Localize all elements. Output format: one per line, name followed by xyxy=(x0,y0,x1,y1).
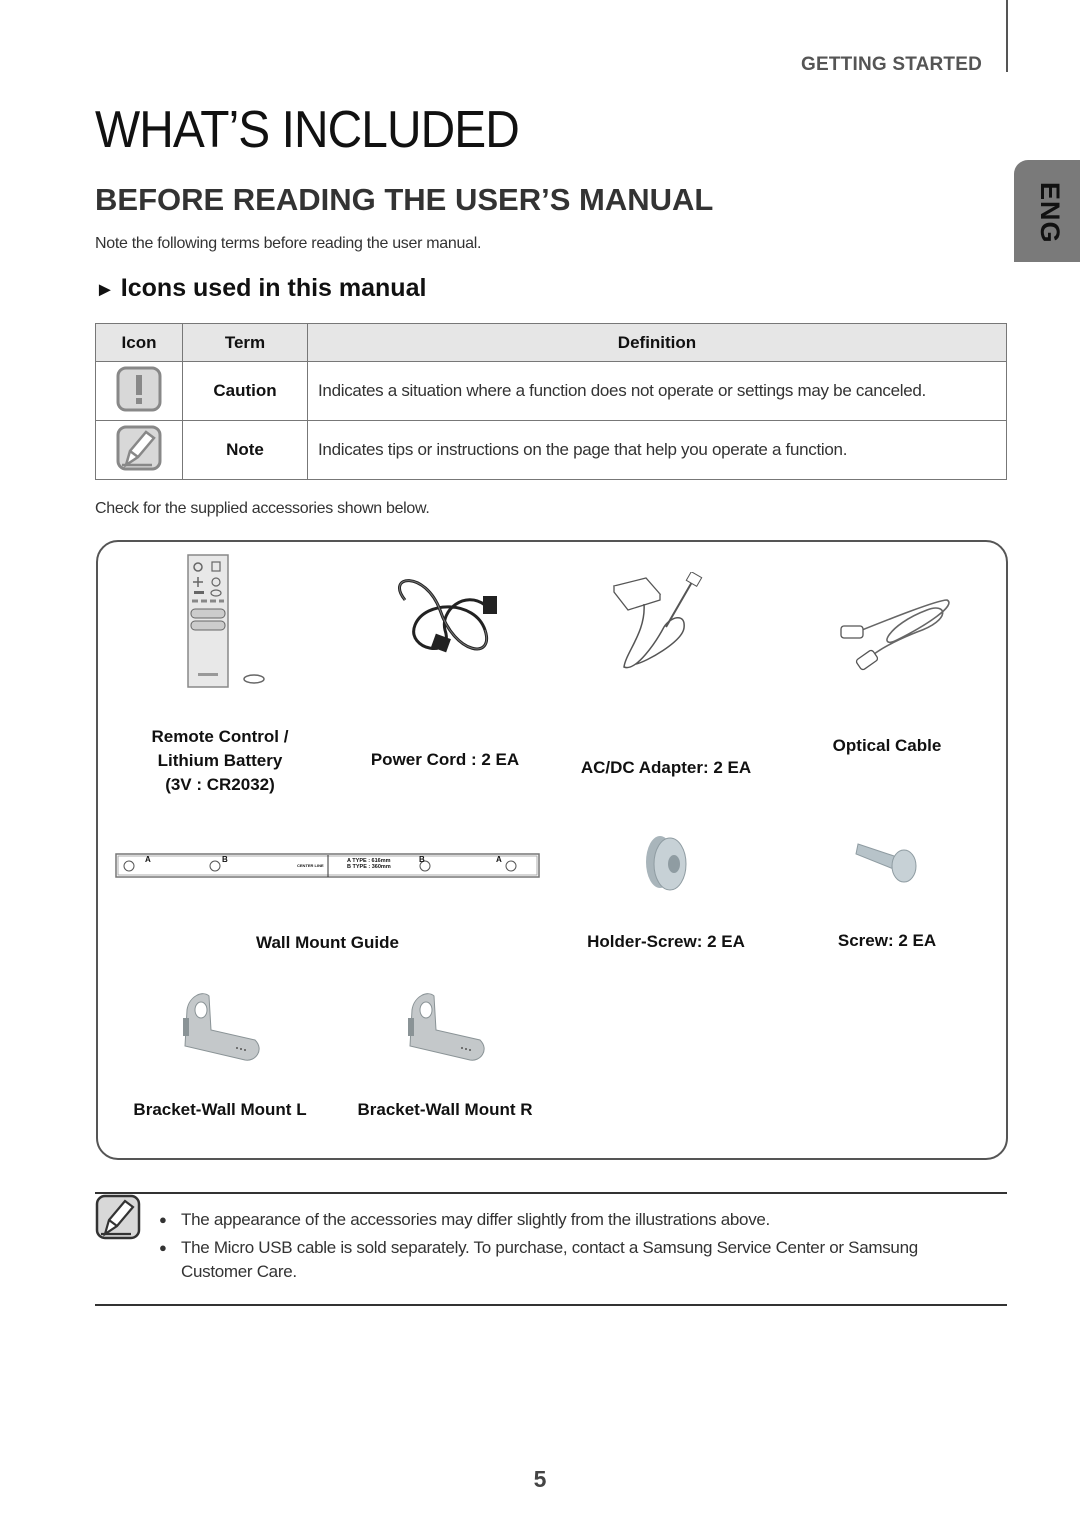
definition-caution: Indicates a situation where a function d… xyxy=(307,361,1007,421)
icons-table: Icon Term Definition Caution Indicates a… xyxy=(95,323,1007,480)
term-note: Note xyxy=(182,420,308,480)
holder-screw-illustration xyxy=(646,836,687,891)
guide-mark-a-left: A xyxy=(145,855,151,864)
accessory-bracket-l: Bracket-Wall Mount L xyxy=(115,990,325,1122)
wall-mount-guide-label: Wall Mount Guide xyxy=(256,933,399,952)
subsection-heading: ► Icons used in this manual xyxy=(95,274,426,303)
caution-icon xyxy=(116,366,162,411)
holder-screw-label: Holder-Screw: 2 EA xyxy=(587,932,745,951)
power-cord-label: Power Cord : 2 EA xyxy=(370,750,520,769)
accessory-adapter: AC/DC Adapter: 2 EA xyxy=(566,572,766,780)
guide-center-line: CENTER LINE xyxy=(297,863,324,868)
bracket-l-label: Bracket-Wall Mount L xyxy=(133,1100,307,1119)
term-caution: Caution xyxy=(182,361,308,421)
accessory-wall-mount-guide: A B CENTER LINE A TYPE : 616mm B TYPE : … xyxy=(115,853,540,955)
language-tab-label: ENG xyxy=(1035,182,1065,244)
screw-label: Screw: 2 EA xyxy=(837,931,937,950)
note-item: The Micro USB cable is sold separately. … xyxy=(159,1236,979,1284)
check-accessories-text: Check for the supplied accessories shown… xyxy=(95,500,430,517)
notes-section: The appearance of the accessories may di… xyxy=(95,1192,1007,1306)
screw-illustration xyxy=(855,843,917,883)
remote-control-illustration xyxy=(187,554,265,688)
remote-label-line1: Remote Control / xyxy=(151,727,289,746)
section-label: GETTING STARTED xyxy=(801,54,983,75)
section-divider xyxy=(1006,0,1008,72)
bracket-l-illustration xyxy=(183,993,260,1061)
note-icon xyxy=(116,425,162,470)
intro-text: Note the following terms before reading … xyxy=(95,235,482,252)
note-icon xyxy=(95,1194,141,1240)
table-row: Caution Indicates a situation where a fu… xyxy=(95,361,1007,421)
triangle-marker-icon: ► xyxy=(95,279,115,301)
page-number: 5 xyxy=(533,1466,547,1492)
guide-b-type: B TYPE : 360mm xyxy=(347,864,391,870)
bracket-r-label: Bracket-Wall Mount R xyxy=(357,1100,533,1119)
accessory-screw: Screw: 2 EA xyxy=(787,836,987,953)
wall-mount-guide-illustration xyxy=(115,853,540,878)
definition-note: Indicates tips or instructions on the pa… xyxy=(307,420,1007,480)
guide-mark-a-right: A xyxy=(496,855,502,864)
accessory-power-cord: Power Cord : 2 EA xyxy=(345,570,545,772)
language-tab: ENG xyxy=(1014,160,1080,262)
optical-cable-illustration xyxy=(840,599,950,671)
note-item: The appearance of the accessories may di… xyxy=(159,1208,979,1232)
accessory-remote-control: Remote Control / Lithium Battery (3V : C… xyxy=(120,553,320,797)
accessory-optical-cable: Optical Cable xyxy=(787,580,987,758)
subsection-heading-text: Icons used in this manual xyxy=(120,274,427,302)
guide-mark-b-left: B xyxy=(222,855,228,864)
remote-label-line2: Lithium Battery xyxy=(157,751,283,770)
section-heading: BEFORE READING THE USER’S MANUAL xyxy=(95,182,714,217)
guide-mark-b-right: B xyxy=(419,855,425,864)
page-title: WHAT’S INCLUDED xyxy=(95,101,520,159)
optical-cable-label: Optical Cable xyxy=(832,736,942,755)
table-header-row: Icon Term Definition xyxy=(95,323,1007,362)
remote-label-line3: (3V : CR2032) xyxy=(165,775,275,794)
bracket-r-illustration xyxy=(408,993,485,1061)
table-row: Note Indicates tips or instructions on t… xyxy=(95,420,1007,480)
power-cord-illustration xyxy=(398,579,497,653)
adapter-label: AC/DC Adapter: 2 EA xyxy=(580,758,752,777)
column-header-icon: Icon xyxy=(95,323,183,362)
column-header-definition: Definition xyxy=(307,323,1007,362)
adapter-illustration xyxy=(612,572,703,669)
column-header-term: Term xyxy=(182,323,308,362)
accessory-bracket-r: Bracket-Wall Mount R xyxy=(340,990,550,1122)
accessory-holder-screw: Holder-Screw: 2 EA xyxy=(566,830,766,954)
notes-list: The appearance of the accessories may di… xyxy=(159,1208,979,1288)
